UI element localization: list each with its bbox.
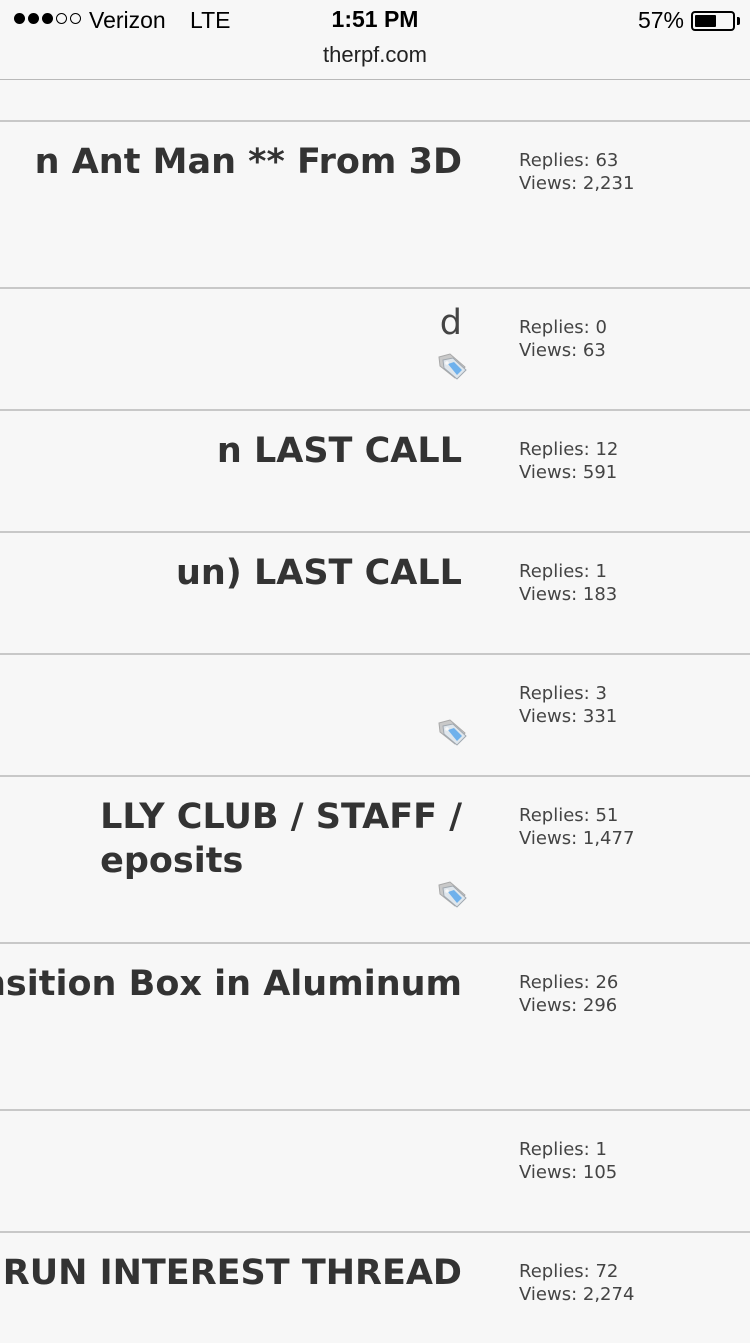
- replies-count: Replies: 72: [519, 1261, 619, 1282]
- thread-stats: Replies: 0 Views: 63: [519, 316, 607, 362]
- thread-row[interactable]: Replies: 3 Views: 331: [0, 655, 750, 777]
- views-count: Views: 331: [519, 706, 618, 727]
- thread-stats: Replies: 12 Views: 591: [519, 438, 618, 484]
- status-bar: Verizon LTE 1:51 PM 57%: [0, 0, 750, 40]
- views-count: Views: 2,274: [519, 1284, 635, 1305]
- thread-title-line: un) LAST CALL: [175, 553, 462, 593]
- thread-title-link[interactable]: n LAST CALL: [217, 429, 462, 473]
- thread-title-link[interactable]: LLY CLUB / STAFF / eposits: [100, 795, 462, 883]
- replies-count: Replies: 26: [519, 972, 619, 993]
- thread-row[interactable]: n Ant Man ** From 3D Replies: 63 Views: 2,…: [0, 122, 750, 289]
- thread-title-link[interactable]: nsition Box in Aluminum: [0, 962, 462, 1006]
- tag-icon[interactable]: [436, 880, 468, 908]
- tag-icon[interactable]: [436, 718, 468, 746]
- replies-count: Replies: 1: [519, 561, 607, 582]
- thread-row[interactable]: d Replies: 0 Views: 63: [0, 289, 750, 411]
- views-count: Views: 2,231: [519, 173, 635, 194]
- thread-title-line: eposits: [100, 841, 244, 881]
- thread-row[interactable]: LLY CLUB / STAFF / eposits Replies: 51 View…: [0, 777, 750, 944]
- thread-stats: Replies: 1 Views: 105: [519, 1138, 617, 1184]
- thread-title-link[interactable]: un) LAST CALL: [176, 551, 462, 595]
- thread-title-line: LLY CLUB / STAFF /: [100, 797, 462, 837]
- views-count: Views: 63: [519, 340, 606, 361]
- address-bar[interactable]: therpf.com: [0, 40, 750, 79]
- thread-title-link[interactable]: d: [440, 301, 462, 345]
- thread-title-line: RUN INTEREST THREAD: [2, 1253, 462, 1293]
- address-bar-divider: [0, 79, 750, 80]
- tag-icon[interactable]: [436, 352, 468, 380]
- thread-title-link[interactable]: n Ant Man ** From 3D: [35, 140, 462, 184]
- views-count: Views: 296: [519, 995, 618, 1016]
- thread-stats: Replies: 72 Views: 2,274: [519, 1260, 634, 1306]
- views-count: Views: 591: [519, 462, 618, 483]
- thread-stats: Replies: 26 Views: 296: [519, 971, 618, 1017]
- thread-row[interactable]: nsition Box in Aluminum Replies: 26 Views:…: [0, 944, 750, 1111]
- thread-title-line: nsition Box in Aluminum: [0, 964, 462, 1004]
- views-count: Views: 1,477: [519, 828, 635, 849]
- views-count: Views: 105: [519, 1162, 618, 1183]
- thread-row[interactable]: Replies: 1 Views: 105: [0, 1111, 750, 1233]
- replies-count: Replies: 0: [519, 317, 607, 338]
- thread-stats: Replies: 63 Views: 2,231: [519, 149, 634, 195]
- replies-count: Replies: 3: [519, 683, 607, 704]
- battery-percentage: 57%: [637, 7, 684, 33]
- thread-title-line: d: [439, 303, 462, 343]
- replies-count: Replies: 63: [519, 150, 619, 171]
- thread-stats: Replies: 3 Views: 331: [519, 682, 617, 728]
- thread-stats: Replies: 1 Views: 183: [519, 560, 617, 606]
- replies-count: Replies: 1: [519, 1139, 607, 1160]
- replies-count: Replies: 51: [519, 805, 619, 826]
- thread-row[interactable]: RUN INTEREST THREAD Replies: 72 Views: 2,2…: [0, 1233, 750, 1343]
- thread-row[interactable]: un) LAST CALL Replies: 1 Views: 183: [0, 533, 750, 655]
- thread-title-line: n LAST CALL: [216, 431, 462, 471]
- thread-row[interactable]: n LAST CALL Replies: 12 Views: 591: [0, 411, 750, 533]
- thread-title-link[interactable]: RUN INTEREST THREAD: [3, 1251, 462, 1295]
- thread-title-line: n Ant Man ** From 3D: [34, 142, 462, 182]
- thread-stats: Replies: 51 Views: 1,477: [519, 804, 634, 850]
- battery-icon: [691, 11, 735, 31]
- replies-count: Replies: 12: [519, 439, 619, 460]
- views-count: Views: 183: [519, 584, 618, 605]
